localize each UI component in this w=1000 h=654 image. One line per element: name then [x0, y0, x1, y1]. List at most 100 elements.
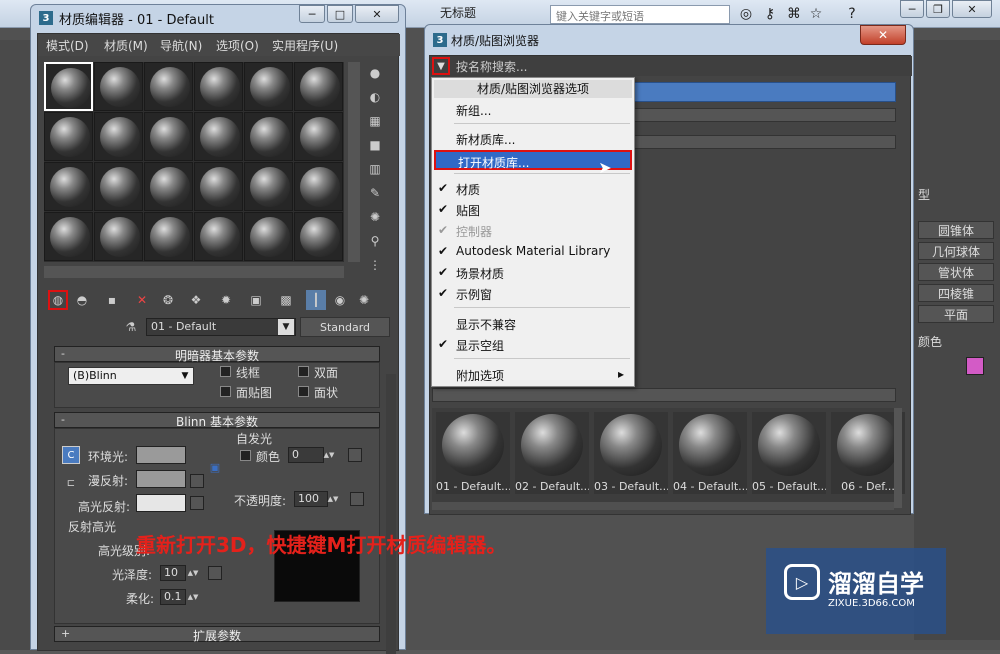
close-icon[interactable]: ✕ — [952, 0, 992, 18]
sample-slot[interactable] — [94, 212, 143, 261]
dropdown-item[interactable]: 附加选项 ▸ — [434, 365, 632, 385]
glossiness-value[interactable]: 10 — [160, 565, 186, 581]
material-swatch[interactable]: 02 - Default... — [515, 412, 589, 494]
go-to-parent-icon[interactable]: ◉ — [330, 290, 350, 310]
plane-button[interactable]: 平面 — [918, 305, 994, 323]
sample-type-icon[interactable]: ● — [366, 64, 384, 82]
key-icon[interactable]: ⚷ — [760, 4, 780, 24]
menu-material[interactable]: 材质(M) — [104, 37, 148, 54]
chevron-down-icon[interactable]: ▼ — [278, 319, 294, 335]
dropdown-item[interactable]: 显示不兼容 — [434, 314, 632, 334]
show-map-icon[interactable]: ▩ — [276, 290, 296, 310]
menu-mode[interactable]: 模式(D) — [46, 37, 89, 54]
sample-slot[interactable] — [144, 162, 193, 211]
material-swatch[interactable]: 01 - Default... — [436, 412, 510, 494]
get-material-icon[interactable]: ◍ — [48, 290, 68, 310]
material-name-field[interactable]: 01 - Default — [146, 318, 296, 336]
menu-navigation[interactable]: 导航(N) — [160, 37, 202, 54]
shader-type-select[interactable]: (B)Blinn — [68, 367, 194, 385]
sample-slot[interactable] — [144, 62, 193, 111]
faceted-checkbox[interactable] — [298, 386, 309, 397]
minimize-icon[interactable]: ─ — [900, 0, 924, 18]
diffuse-color-swatch[interactable] — [136, 470, 186, 488]
assign-to-selection-icon[interactable]: ▪ — [102, 290, 122, 310]
sample-slot[interactable] — [144, 212, 193, 261]
select-by-material-icon[interactable]: ⚲ — [366, 232, 384, 250]
sample-slot[interactable] — [194, 112, 243, 161]
sample-slot[interactable] — [94, 162, 143, 211]
make-preview-icon[interactable]: ✎ — [366, 184, 384, 202]
self-illum-map-button[interactable] — [348, 448, 362, 462]
dropdown-item[interactable]: ✔ 示例窗 — [434, 284, 632, 304]
lock-icon[interactable]: ▣ — [208, 458, 222, 476]
cone-button[interactable]: 圆锥体 — [918, 221, 994, 239]
opacity-value[interactable]: 100 — [294, 491, 328, 507]
sample-slot[interactable] — [44, 162, 93, 211]
two-sided-checkbox[interactable] — [298, 366, 309, 377]
spinner-arrows-icon[interactable]: ▲▼ — [328, 491, 339, 507]
close-icon[interactable]: ✕ — [355, 5, 399, 23]
menu-options[interactable]: 选项(O) — [216, 37, 259, 54]
reset-map-icon[interactable]: ✕ — [132, 290, 152, 310]
browser-options-menu-button[interactable]: ▼ — [432, 57, 450, 75]
sample-slot[interactable] — [194, 62, 243, 111]
eyedropper-icon[interactable]: ⚗ — [122, 318, 140, 336]
dropdown-item[interactable]: ✔ Autodesk Material Library — [434, 242, 632, 262]
make-copy-icon[interactable]: ❂ — [158, 290, 178, 310]
pyramid-button[interactable]: 四棱锥 — [918, 284, 994, 302]
spinner-arrows-icon[interactable]: ▲▼ — [188, 589, 199, 605]
material-type-button[interactable]: Standard — [300, 317, 390, 337]
maximize-icon[interactable]: □ — [327, 5, 353, 23]
slots-horizontal-scrollbar[interactable] — [44, 266, 344, 278]
sample-slot[interactable] — [294, 62, 343, 111]
sample-slot[interactable] — [244, 212, 293, 261]
sample-slot[interactable] — [244, 62, 293, 111]
dropdown-item[interactable]: ✔ 材质 — [434, 179, 632, 199]
put-to-scene-icon[interactable]: ◓ — [72, 290, 92, 310]
self-illum-value[interactable]: 0 — [288, 447, 324, 463]
ambient-color-swatch[interactable] — [136, 446, 186, 464]
go-forward-sibling-icon[interactable]: ✺ — [354, 290, 374, 310]
backlight-icon[interactable]: ◐ — [366, 88, 384, 106]
binoculars-icon[interactable]: ◎ — [736, 4, 756, 24]
make-unique-icon[interactable]: ❖ — [186, 290, 206, 310]
object-color-swatch[interactable] — [966, 357, 984, 375]
sample-slot[interactable] — [44, 112, 93, 161]
specular-map-button[interactable] — [190, 496, 204, 510]
help-icon[interactable]: ? — [842, 4, 862, 24]
slots-vertical-scrollbar[interactable] — [348, 62, 360, 262]
specular-color-swatch[interactable] — [136, 494, 186, 512]
dropdown-item[interactable]: ✔ 显示空组 — [434, 335, 632, 355]
sample-slot[interactable] — [194, 212, 243, 261]
glossiness-map-button[interactable] — [208, 566, 222, 580]
dropdown-item[interactable]: ✔ 控制器 — [434, 221, 632, 241]
spinner-arrows-icon[interactable]: ▲▼ — [188, 565, 199, 581]
show-end-result-icon[interactable]: ┃ — [306, 290, 326, 310]
sample-slots-group-bar[interactable] — [432, 388, 896, 402]
menu-utilities[interactable]: 实用程序(U) — [272, 37, 338, 54]
lock-ambient-icon[interactable]: C — [62, 446, 80, 464]
dropdown-item[interactable]: ✔ 贴图 — [434, 200, 632, 220]
put-to-library-icon[interactable]: ✹ — [216, 290, 236, 310]
search-by-name-input[interactable]: 按名称搜索... — [456, 58, 527, 75]
material-swatch[interactable]: 05 - Default... — [752, 412, 826, 494]
sample-slot[interactable] — [94, 62, 143, 111]
sample-slot[interactable] — [44, 212, 93, 261]
material-swatch[interactable]: 04 - Default... — [673, 412, 747, 494]
spinner-arrows-icon[interactable]: ▲▼ — [324, 447, 335, 463]
close-icon[interactable]: ✕ — [860, 25, 906, 45]
sample-slot[interactable] — [44, 62, 93, 111]
sample-slot[interactable] — [294, 112, 343, 161]
lock-diffuse-icon[interactable]: ⊏ — [62, 474, 80, 492]
diffuse-map-button[interactable] — [190, 474, 204, 488]
material-swatch[interactable]: 03 - Default... — [594, 412, 668, 494]
chevron-down-icon[interactable]: ▼ — [178, 368, 192, 383]
face-map-checkbox[interactable] — [220, 386, 231, 397]
dropdown-item[interactable]: 新组... — [434, 100, 632, 120]
restore-icon[interactable]: ❐ — [926, 0, 950, 18]
background-icon[interactable]: ▦ — [366, 112, 384, 130]
soften-value[interactable]: 0.1 — [160, 589, 186, 605]
sample-slot[interactable] — [294, 212, 343, 261]
geosphere-button[interactable]: 几何球体 — [918, 242, 994, 260]
swatch-scrollbar[interactable] — [894, 408, 902, 508]
